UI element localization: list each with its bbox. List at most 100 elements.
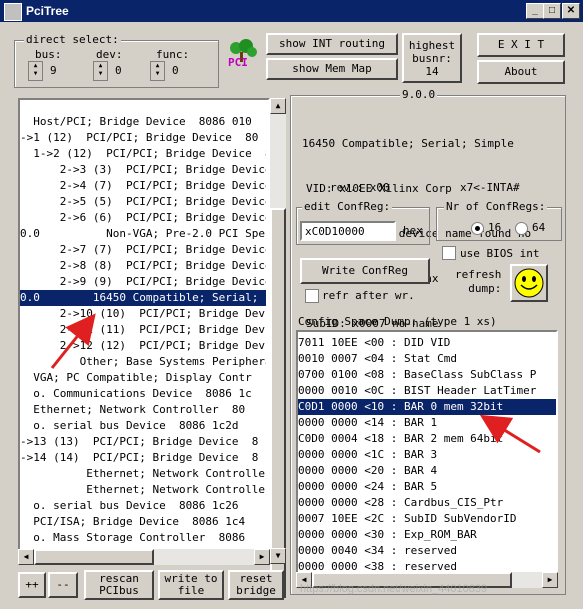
dump-row[interactable]: 0000 0000 <28 : Cardbus_CIS_Ptr (298, 495, 556, 511)
dump-row[interactable]: 0007 10EE <2C : SubID SubVendorID (298, 511, 556, 527)
config-space-dump-list[interactable]: 7011 10EE <00 : DID VID 0010 0007 <04 : S… (296, 330, 558, 588)
inta-line: x7<-INTA# (460, 181, 520, 194)
show-mem-map-button[interactable]: show Mem Map (266, 58, 398, 80)
confregs-64-radio[interactable] (515, 222, 528, 235)
confregs-64-label: 64 (532, 221, 546, 234)
tree-item[interactable]: 2->6 (6) PCI/PCI; Bridge Device (20, 210, 266, 226)
about-button[interactable]: About (477, 60, 565, 84)
dump-row[interactable]: C0D1 0000 <10 : BAR 0 mem 32bit (298, 399, 556, 415)
close-button[interactable]: ✕ (562, 3, 580, 19)
confregs-16-label: 16 (488, 221, 502, 234)
nr-confregs-label: Nr of ConfRegs: (444, 200, 548, 213)
tree-item[interactable]: 0.0 Non-VGA; Pre-2.0 PCI Spec (20, 226, 266, 242)
dump-row[interactable]: 0000 0000 <30 : Exp_ROM_BAR (298, 527, 556, 543)
tree-item[interactable]: Host/PCI; Bridge Device 8086 010 (20, 114, 266, 130)
logo-text: PCI (228, 56, 248, 69)
expand-all-button[interactable]: ++ (18, 572, 46, 598)
tree-scroll-down-icon[interactable]: ▼ (270, 548, 286, 564)
tree-horizontal-scrollbar[interactable]: ◀ ▶ (18, 549, 270, 565)
tree-item[interactable]: ->14 (14) PCI/PCI; Bridge Device 8 (20, 450, 266, 466)
confregs-16-radio[interactable] (471, 222, 484, 235)
tree-item[interactable]: o. Communications Device 8086 1c (20, 386, 266, 402)
refr-after-wr-label: refr after wr. (322, 289, 415, 302)
dump-label: dump: (468, 282, 502, 295)
tree-vertical-scrollbar[interactable]: ▲ ▼ (270, 98, 286, 598)
tree-item[interactable]: 0.0 16450 Compatible; Serial; (20, 290, 266, 306)
minimize-button[interactable]: _ (526, 3, 544, 19)
dump-row[interactable]: 0000 0000 <24 : BAR 5 (298, 479, 556, 495)
maximize-button[interactable]: □ (543, 3, 561, 19)
tree-item[interactable]: PCI/ISA; Bridge Device 8086 1c4 (20, 514, 266, 530)
refresh-dump-label: refresh dump: (455, 268, 501, 296)
dump-row[interactable]: 0000 0000 <20 : BAR 4 (298, 463, 556, 479)
tree-hscroll-thumb[interactable] (34, 549, 154, 565)
pci-tree-logo: PCI (224, 38, 260, 74)
tree-item[interactable]: 2->9 (9) PCI/PCI; Bridge Device (20, 274, 266, 290)
edit-confreg-label: edit ConfReg: (302, 200, 393, 213)
dump-scroll-right-icon[interactable]: ▶ (542, 572, 558, 588)
tree-scroll-thumb[interactable] (270, 208, 286, 598)
refresh-dump-button[interactable] (510, 264, 548, 302)
show-int-routing-button[interactable]: show INT routing (266, 33, 398, 55)
app-icon (4, 3, 22, 21)
tree-item[interactable]: 2->3 (3) PCI/PCI; Bridge Device (20, 162, 266, 178)
tree-item[interactable]: VGA; PC Compatible; Display Contr (20, 370, 266, 386)
dump-row[interactable]: 0700 0100 <08 : BaseClass SubClass P (298, 367, 556, 383)
tree-item[interactable]: Ethernet; Network Controller 80 (20, 402, 266, 418)
tree-item[interactable]: 1->2 (12) PCI/PCI; Bridge Device 8 (20, 146, 266, 162)
tree-item[interactable]: 2->7 (7) PCI/PCI; Bridge Device (20, 242, 266, 258)
tree-scroll-left-icon[interactable]: ◀ (18, 549, 34, 565)
confreg-input[interactable]: xC0D10000 (300, 221, 396, 241)
file-label: file (177, 584, 205, 597)
direct-select-label: direct select: (24, 33, 121, 46)
refresh-label: refresh (455, 268, 502, 281)
tree-item[interactable]: 2->11 (11) PCI/PCI; Bridge Devi (20, 322, 266, 338)
watermark: https://blog.csdn.net/weixin_44010839 (300, 583, 488, 595)
device-name: 16450 Compatible; Serial; Simple (302, 137, 514, 150)
bus-spinner[interactable]: ▲ ▼ (28, 61, 43, 81)
rescan-pcibus-button[interactable]: rescan PCIbus (84, 570, 154, 600)
tree-item[interactable]: Other; Base Systems Peripheral (20, 354, 266, 370)
tree-item[interactable]: 2->8 (8) PCI/PCI; Bridge Device (20, 258, 266, 274)
hex-label: hex (403, 224, 423, 237)
dump-row[interactable]: 0010 0007 <04 : Stat Cmd (298, 351, 556, 367)
smiley-icon (514, 268, 544, 298)
exit-button[interactable]: E X I T (477, 33, 565, 57)
write-to-file-button[interactable]: write to file (158, 570, 224, 600)
tree-item[interactable]: o. serial bus Device 8086 1c2d (20, 418, 266, 434)
dev-value: 0 (115, 64, 122, 77)
dump-row[interactable]: C0D0 0004 <18 : BAR 2 mem 64bit (298, 431, 556, 447)
func-label: func: (156, 48, 190, 61)
tree-item[interactable]: ->1 (12) PCI/PCI; Bridge Device 80 (20, 130, 266, 146)
dump-row[interactable]: 0000 0000 <14 : BAR 1 (298, 415, 556, 431)
tree-item[interactable]: ->13 (13) PCI/PCI; Bridge Device 8 (20, 434, 266, 450)
tree-item[interactable]: 2->4 (7) PCI/PCI; Bridge Device (20, 178, 266, 194)
tree-item[interactable]: o. serial bus Device 8086 1c26 (20, 498, 266, 514)
bus-label: bus: (35, 48, 62, 61)
tree-item[interactable]: 2->10 (10) PCI/PCI; Bridge Devi (20, 306, 266, 322)
tree-scroll-right-icon[interactable]: ▶ (254, 549, 270, 565)
dev-spinner[interactable]: ▲ ▼ (93, 61, 108, 81)
use-bios-int-checkbox[interactable] (442, 246, 456, 260)
version-label: 9.0.0 (400, 88, 438, 101)
bus-value: 9 (50, 64, 57, 77)
refr-after-wr-checkbox[interactable] (305, 289, 319, 303)
dump-row[interactable]: 7011 10EE <00 : DID VID (298, 335, 556, 351)
tree-item[interactable]: o. Mass Storage Controller 8086 (20, 530, 266, 546)
dump-row[interactable]: 0000 0010 <0C : BIST Header LatTimer (298, 383, 556, 399)
config-dump-label: Config Space Dump: (type 1 xs) (298, 315, 497, 328)
pci-device-tree[interactable]: Host/PCI; Bridge Device 8086 010 ->1 (12)… (18, 98, 270, 564)
func-spinner[interactable]: ▲ ▼ (150, 61, 165, 81)
write-confreg-button[interactable]: Write ConfReg (300, 258, 430, 284)
collapse-all-button[interactable]: -- (48, 572, 78, 598)
tree-item[interactable]: 2->12 (12) PCI/PCI; Bridge Devi (20, 338, 266, 354)
dev-label: dev: (96, 48, 123, 61)
tree-scroll-up-icon[interactable]: ▲ (270, 98, 286, 114)
tree-item[interactable]: Ethernet; Network Controller (20, 482, 266, 498)
tree-item[interactable]: 2->5 (5) PCI/PCI; Bridge Device (20, 194, 266, 210)
dump-row[interactable]: 0000 0040 <34 : reserved (298, 543, 556, 559)
tree-item[interactable]: Ethernet; Network Controller (20, 466, 266, 482)
dump-row[interactable]: 0000 0000 <1C : BAR 3 (298, 447, 556, 463)
reset-bridge-button[interactable]: reset bridge (228, 570, 284, 600)
rev-line: rev.: x00 (330, 181, 390, 194)
